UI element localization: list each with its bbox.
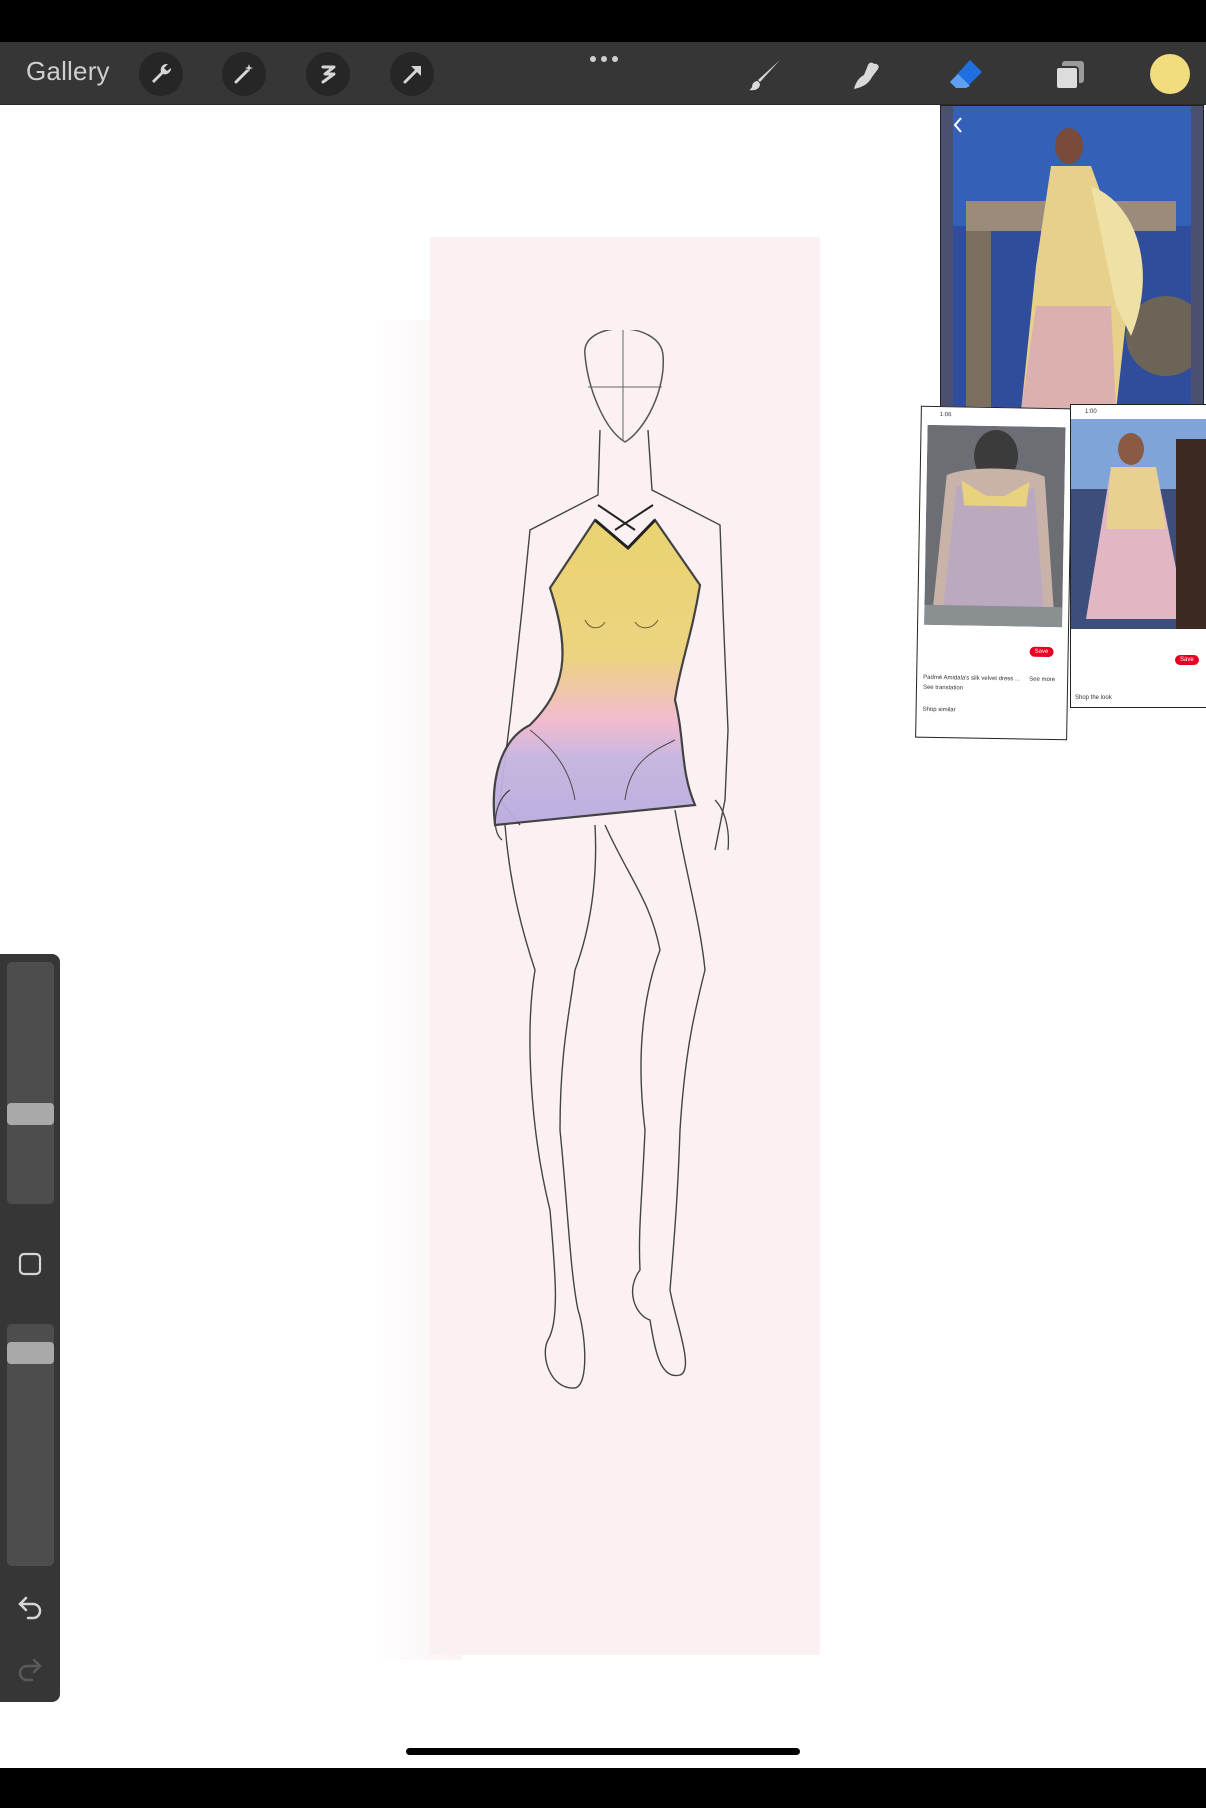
padme-dress-photo xyxy=(941,106,1203,411)
save-button[interactable]: Save xyxy=(1029,646,1054,658)
brush-icon[interactable] xyxy=(745,54,787,96)
transform-arrow-icon[interactable] xyxy=(390,52,434,96)
redo-icon[interactable] xyxy=(14,1652,46,1684)
reference-photo-main[interactable] xyxy=(940,105,1204,412)
top-toolbar: Gallery xyxy=(0,42,1206,105)
brush-size-slider[interactable] xyxy=(7,962,54,1204)
selection-icon[interactable] xyxy=(306,52,350,96)
brush-size-thumb[interactable] xyxy=(7,1102,54,1125)
see-translation-link[interactable]: See translation xyxy=(923,685,963,692)
modify-square-icon[interactable] xyxy=(14,1248,46,1280)
pin-caption: Padmé Amidala's silk velvet dress ... xyxy=(923,674,1021,683)
home-indicator xyxy=(406,1748,800,1755)
shop-similar-link[interactable]: Shop similar xyxy=(923,707,956,714)
status-time: 1:06 xyxy=(939,412,952,419)
save-button[interactable]: Save xyxy=(1175,655,1199,665)
see-more-link[interactable]: See more xyxy=(1029,677,1055,683)
fashion-figure-sketch xyxy=(492,330,730,1389)
dress-back-photo xyxy=(924,424,1066,628)
bottom-bar xyxy=(0,1768,1206,1808)
eraser-icon[interactable] xyxy=(946,54,988,96)
status-time: 1:00 xyxy=(1085,409,1097,415)
reference-screenshot-right[interactable]: 1:00 Save Shop the look xyxy=(1070,404,1206,708)
layers-icon[interactable] xyxy=(1049,54,1091,96)
shop-the-look-link[interactable]: Shop the look xyxy=(1075,695,1112,701)
side-sliders-panel xyxy=(0,954,60,1702)
smudge-icon[interactable] xyxy=(845,54,887,96)
status-bar xyxy=(0,0,1206,42)
opacity-thumb[interactable] xyxy=(7,1341,54,1364)
wrench-icon[interactable] xyxy=(139,52,183,96)
padme-walking-photo xyxy=(1071,419,1206,629)
more-options-icon[interactable] xyxy=(588,54,620,64)
gallery-button[interactable]: Gallery xyxy=(26,56,110,87)
color-picker-swatch[interactable] xyxy=(1150,54,1190,94)
magic-wand-icon[interactable] xyxy=(222,52,266,96)
reference-screenshot-left[interactable]: 1:06 Save Padmé Amidala's silk velvet dr… xyxy=(915,405,1073,741)
undo-icon[interactable] xyxy=(14,1590,46,1622)
